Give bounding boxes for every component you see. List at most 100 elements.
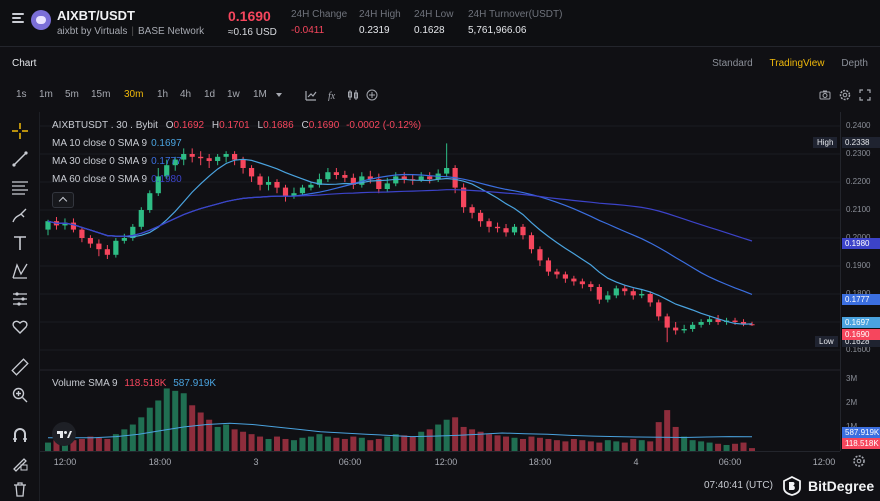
price-badge: 0.1697 bbox=[842, 316, 880, 328]
token-logo bbox=[31, 10, 51, 30]
volume-bar bbox=[460, 426, 467, 451]
chart-plot[interactable]: AIXBTUSDT . 30 . Bybit O0.1692 H0.1701 L… bbox=[40, 112, 840, 451]
chart-settings-icon[interactable] bbox=[852, 454, 866, 468]
candle-body bbox=[477, 212, 484, 222]
price-axis[interactable]: 0.24000.23000.22000.21000.20000.19000.18… bbox=[840, 112, 880, 451]
volume-bar bbox=[528, 436, 535, 451]
candle-body bbox=[537, 249, 543, 261]
pattern-icon[interactable] bbox=[11, 262, 29, 280]
ma30-legend[interactable]: MA 30 close 0 SMA 9 0.1777 bbox=[52, 156, 182, 167]
candle-body bbox=[630, 291, 636, 296]
volume-bar bbox=[452, 417, 459, 451]
zoom-icon[interactable] bbox=[11, 386, 29, 404]
candle-body bbox=[622, 288, 628, 292]
volume-bar bbox=[664, 410, 671, 451]
magnet-icon[interactable] bbox=[11, 426, 29, 444]
stat-value: 5,761,966.06 bbox=[468, 25, 527, 36]
stat-label: 24H High bbox=[359, 9, 401, 20]
volume-bar bbox=[409, 436, 416, 451]
brush-icon[interactable] bbox=[11, 206, 29, 224]
indicator-icon[interactable]: fx bbox=[328, 89, 340, 101]
time-tick: 12:00 bbox=[53, 457, 77, 467]
candle-body bbox=[427, 176, 433, 180]
ruler-icon[interactable] bbox=[11, 358, 29, 376]
utc-clock[interactable]: 07:40:41 (UTC) bbox=[704, 480, 773, 491]
volume-legend[interactable]: Volume SMA 9 118.518K 587.919K bbox=[52, 378, 216, 389]
view-depth[interactable]: Depth bbox=[841, 58, 868, 69]
heart-icon[interactable] bbox=[11, 318, 29, 336]
candle-body bbox=[690, 324, 696, 329]
legend-collapse-button[interactable] bbox=[52, 192, 74, 208]
stat-label: 24H Turnover(USDT) bbox=[468, 9, 563, 20]
trend-line-icon[interactable] bbox=[11, 150, 29, 168]
volume-tick: 2M bbox=[846, 397, 858, 407]
tf-4h[interactable]: 4h bbox=[180, 89, 191, 100]
candle-body bbox=[79, 229, 85, 238]
volume-bar bbox=[732, 443, 739, 451]
bar-type-icon[interactable] bbox=[305, 89, 317, 101]
tf-1w[interactable]: 1w bbox=[227, 89, 240, 100]
fib-icon[interactable] bbox=[11, 178, 29, 196]
tf-1M[interactable]: 1M bbox=[253, 89, 267, 100]
fullscreen-icon[interactable] bbox=[859, 89, 871, 101]
volume-bar bbox=[511, 437, 518, 451]
volume-bar bbox=[87, 436, 94, 451]
volume-bar bbox=[486, 434, 493, 451]
pair-title[interactable]: AIXBT/USDT bbox=[57, 8, 135, 23]
stat-value: 0.1628 bbox=[414, 25, 445, 36]
ohlc-legend: AIXBTUSDT . 30 . Bybit O0.1692 H0.1701 L… bbox=[52, 120, 421, 131]
legend-high: 0.1701 bbox=[219, 120, 250, 131]
volume-bar bbox=[503, 436, 510, 451]
view-standard[interactable]: Standard bbox=[712, 58, 753, 69]
candle-body bbox=[333, 172, 339, 175]
volume-bar bbox=[706, 442, 713, 451]
tradingview-logo-icon[interactable] bbox=[52, 422, 76, 446]
last-price: 0.1690 bbox=[228, 8, 271, 24]
tf-5m[interactable]: 5m bbox=[65, 89, 79, 100]
volume-bar bbox=[104, 438, 111, 451]
volume-bar bbox=[121, 429, 128, 451]
crosshair-icon[interactable] bbox=[11, 122, 29, 140]
ma10-value: 0.1697 bbox=[151, 138, 182, 149]
candle-body bbox=[232, 154, 238, 160]
menu-icon[interactable] bbox=[12, 13, 24, 23]
ma10-legend[interactable]: MA 10 close 0 SMA 9 0.1697 bbox=[52, 138, 182, 149]
price-tick: 0.2300 bbox=[846, 149, 871, 158]
tf-30m[interactable]: 30m bbox=[124, 89, 143, 100]
chevron-down-icon[interactable] bbox=[273, 89, 285, 101]
volume-bar bbox=[290, 440, 297, 451]
tf-1d[interactable]: 1d bbox=[204, 89, 215, 100]
volume-bar bbox=[350, 436, 357, 451]
tf-1h[interactable]: 1h bbox=[157, 89, 168, 100]
tf-15m[interactable]: 15m bbox=[91, 89, 110, 100]
volume-bar bbox=[307, 436, 314, 451]
volume-bar bbox=[78, 438, 85, 451]
time-axis[interactable]: 12:00 18:00 3 06:00 12:00 18:00 4 06:00 12:00 bbox=[40, 451, 840, 471]
measure-icon[interactable] bbox=[11, 290, 29, 308]
price-tick: 0.2400 bbox=[846, 121, 871, 130]
legend-open: 0.1692 bbox=[173, 120, 205, 131]
settings-icon[interactable] bbox=[839, 89, 851, 101]
volume-bar bbox=[596, 442, 603, 451]
candle-body bbox=[511, 226, 518, 233]
text-icon[interactable] bbox=[11, 234, 29, 252]
volume-bar bbox=[240, 431, 247, 451]
lock-draw-icon[interactable] bbox=[11, 454, 29, 472]
view-tradingview[interactable]: TradingView bbox=[770, 58, 825, 69]
volume-bar bbox=[231, 429, 238, 451]
tf-1m[interactable]: 1m bbox=[39, 89, 53, 100]
compare-icon[interactable] bbox=[347, 89, 359, 101]
candle-body bbox=[189, 154, 195, 157]
chart-view-switcher: Standard TradingView Depth bbox=[698, 58, 868, 69]
volume-bar bbox=[248, 434, 255, 451]
tf-1s[interactable]: 1s bbox=[16, 89, 27, 100]
chart-tab-title[interactable]: Chart bbox=[12, 58, 36, 69]
legend-close: 0.1690 bbox=[308, 120, 340, 131]
volume-bar bbox=[214, 426, 221, 451]
ma60-legend[interactable]: MA 60 close 0 SMA 9 0.1980 bbox=[52, 174, 182, 185]
ma60-label: MA 60 close 0 SMA 9 bbox=[52, 174, 148, 185]
volume-value: 118.518K bbox=[124, 378, 167, 389]
camera-icon[interactable] bbox=[819, 89, 831, 101]
add-icon[interactable] bbox=[366, 89, 378, 101]
volume-bar bbox=[655, 422, 662, 451]
